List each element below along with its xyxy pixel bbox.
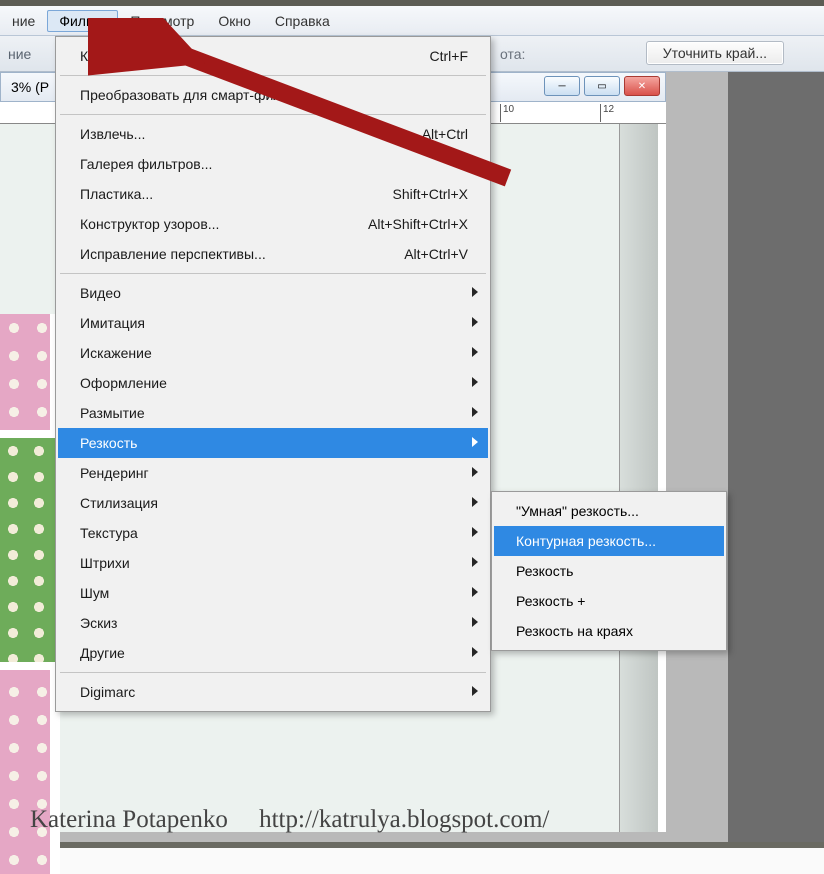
chevron-right-icon bbox=[472, 407, 478, 417]
chevron-right-icon bbox=[472, 686, 478, 696]
menu-stylize2[interactable]: Оформление bbox=[58, 368, 488, 398]
menu-liquify[interactable]: Пластика...Shift+Ctrl+X bbox=[58, 179, 488, 209]
refine-edge-button[interactable]: Уточнить край... bbox=[646, 41, 784, 65]
menu-last-filter[interactable]: Контурная ре Ctrl+F bbox=[58, 41, 488, 71]
menu-digimarc[interactable]: Digimarc bbox=[58, 677, 488, 707]
chevron-right-icon bbox=[472, 287, 478, 297]
submenu-sharpen[interactable]: Резкость bbox=[494, 556, 724, 586]
menu-artistic[interactable]: Имитация bbox=[58, 308, 488, 338]
menu-noise[interactable]: Шум bbox=[58, 578, 488, 608]
menu-distort[interactable]: Искажение bbox=[58, 338, 488, 368]
ruler-tick-12: 12 bbox=[600, 104, 614, 122]
submenu-smart-sharpen[interactable]: "Умная" резкость... bbox=[494, 496, 724, 526]
menu-stylize[interactable]: Стилизация bbox=[58, 488, 488, 518]
submenu-unsharp-mask[interactable]: Контурная резкость... bbox=[494, 526, 724, 556]
filter-menu-dropdown: Контурная ре Ctrl+F Преобразовать для см… bbox=[55, 36, 491, 712]
toolbar-height-label: ота: bbox=[500, 46, 525, 62]
menu-extract[interactable]: Извлечь...Alt+Ctrl bbox=[58, 119, 488, 149]
menu-vanishing-point[interactable]: Исправление перспективы...Alt+Ctrl+V bbox=[58, 239, 488, 269]
menubar: ние Фильтр Просмотр Окно Справка bbox=[0, 6, 824, 36]
menu-video[interactable]: Видео bbox=[58, 278, 488, 308]
menu-render[interactable]: Рендеринг bbox=[58, 458, 488, 488]
toolbar-left-label: ние bbox=[8, 46, 31, 62]
menu-pattern-maker[interactable]: Конструктор узоров...Alt+Shift+Ctrl+X bbox=[58, 209, 488, 239]
chevron-right-icon bbox=[472, 527, 478, 537]
chevron-right-icon bbox=[472, 497, 478, 507]
menu-item-help[interactable]: Справка bbox=[263, 10, 342, 32]
watermark: Katerina Potapenko http://katrulya.blogs… bbox=[30, 806, 549, 834]
menu-item-window[interactable]: Окно bbox=[206, 10, 263, 32]
chevron-right-icon bbox=[472, 647, 478, 657]
watermark-author: Katerina Potapenko bbox=[30, 806, 228, 833]
menu-item-view[interactable]: Просмотр bbox=[118, 10, 206, 32]
watermark-url: http://katrulya.blogspot.com/ bbox=[259, 806, 549, 833]
minimize-button[interactable]: ─ bbox=[544, 76, 580, 96]
submenu-sharpen-edges[interactable]: Резкость на краях bbox=[494, 616, 724, 646]
menu-blur[interactable]: Размытие bbox=[58, 398, 488, 428]
chevron-right-icon bbox=[472, 437, 478, 447]
chevron-right-icon bbox=[472, 377, 478, 387]
canvas-shadow bbox=[620, 124, 658, 832]
menu-sharpen[interactable]: Резкость bbox=[58, 428, 488, 458]
chevron-right-icon bbox=[472, 347, 478, 357]
chevron-right-icon bbox=[472, 617, 478, 627]
menu-other[interactable]: Другие bbox=[58, 638, 488, 668]
menu-brush-strokes[interactable]: Штрихи bbox=[58, 548, 488, 578]
submenu-sharpen-more[interactable]: Резкость + bbox=[494, 586, 724, 616]
menu-sketch[interactable]: Эскиз bbox=[58, 608, 488, 638]
close-button[interactable]: ✕ bbox=[624, 76, 660, 96]
menu-texture[interactable]: Текстура bbox=[58, 518, 488, 548]
menu-item-prev[interactable]: ние bbox=[0, 10, 47, 32]
menu-item-filter[interactable]: Фильтр bbox=[47, 10, 118, 32]
chevron-right-icon bbox=[472, 467, 478, 477]
menu-convert-smart[interactable]: Преобразовать для смарт-фил ов bbox=[58, 80, 488, 110]
document-title: 3% (Р bbox=[11, 79, 49, 95]
sharpen-submenu: "Умная" резкость... Контурная резкость..… bbox=[491, 491, 727, 651]
maximize-button[interactable]: ▭ bbox=[584, 76, 620, 96]
panel-dock-area bbox=[728, 72, 824, 842]
chevron-right-icon bbox=[472, 557, 478, 567]
ruler-tick-10: 10 bbox=[500, 104, 514, 122]
chevron-right-icon bbox=[472, 587, 478, 597]
menu-filter-gallery[interactable]: Галерея фильтров... bbox=[58, 149, 488, 179]
chevron-right-icon bbox=[472, 317, 478, 327]
